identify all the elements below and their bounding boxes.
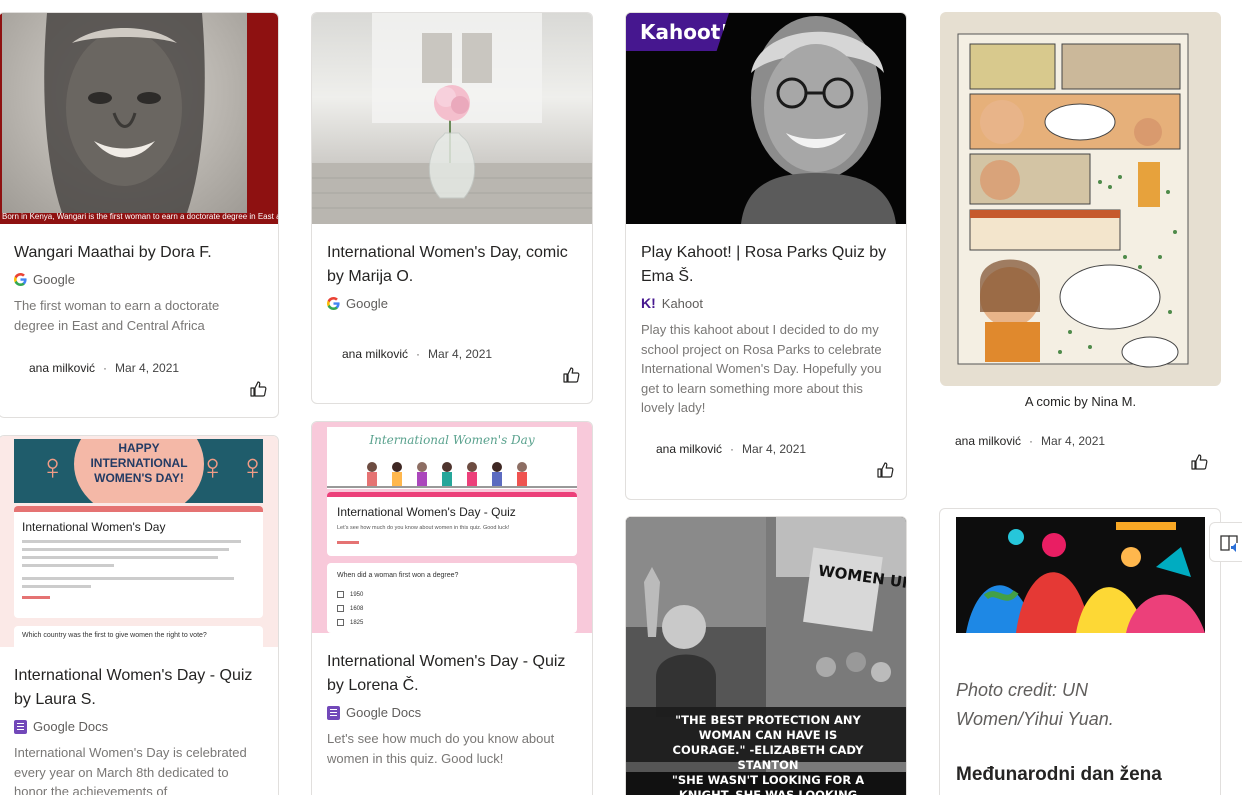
separator-dot: ·	[416, 347, 421, 361]
flower-vase-image[interactable]	[312, 13, 592, 224]
like-icon[interactable]	[876, 460, 896, 480]
image-caption: Born in Kenya, Wangari is the first woma…	[2, 212, 278, 221]
illustration-art	[956, 517, 1205, 633]
author-line: ana milković · Mar 4, 2021	[656, 442, 806, 456]
author-name[interactable]: ana milković	[656, 442, 722, 456]
immersive-reader-icon	[1220, 535, 1238, 552]
form-title: International Women's Day - Quiz	[337, 505, 516, 519]
form-question-panel: Which country was the first to give wome…	[14, 626, 263, 647]
author-name[interactable]: ana milković	[29, 361, 95, 375]
form-option: 1825	[337, 619, 363, 626]
post-card-lorena[interactable]: International Women's Day International …	[311, 421, 593, 795]
author-line: ana milković · Mar 4, 2021	[342, 347, 492, 361]
banner-text: HAPPY INTERNATIONAL WOMEN'S DAY!	[90, 441, 188, 485]
comic-drawing-image[interactable]	[940, 12, 1221, 386]
card-title[interactable]: International Women's Day, comic by Mari…	[327, 241, 580, 289]
author-name[interactable]: ana milković	[342, 347, 408, 361]
source-google: Google	[14, 272, 75, 287]
required-note	[337, 541, 359, 544]
source-label: Google	[33, 272, 75, 287]
google-forms-icon	[14, 719, 27, 734]
image-caption: A comic by Nina M.	[1024, 394, 1137, 409]
female-symbol-icon: ♀	[239, 447, 263, 487]
un-women-illustration[interactable]	[956, 517, 1205, 633]
women-unite-poster-image[interactable]: WOMEN UNITE! "THE BEST PROTECTION ANY WO…	[626, 517, 906, 795]
form-option: 1950	[337, 591, 363, 598]
source-label: Google	[346, 296, 388, 311]
author-line: ana milković · Mar 4, 2021	[29, 361, 179, 375]
photo-credit: Photo credit: UN Women/Yihui Yuan.	[956, 680, 1114, 729]
author-line: ana milković · Mar 4, 2021	[955, 434, 1105, 448]
source-google-docs: Google Docs	[14, 719, 108, 734]
separator-dot: ·	[1029, 434, 1034, 448]
portrait-sketch	[44, 13, 205, 213]
female-symbol-icon: ♀	[39, 446, 66, 487]
quiz-form-image[interactable]: ♀ ♀ ♀ HAPPY INTERNATIONAL WOMEN'S DAY! I…	[0, 436, 278, 647]
rosa-parks-image[interactable]: Kahoot!	[626, 13, 906, 224]
form-panel: International Women's Day	[14, 506, 263, 618]
source-google: Google	[327, 296, 388, 311]
post-date: Mar 4, 2021	[1041, 434, 1106, 448]
form-title: International Women's Day	[22, 520, 166, 534]
post-date: Mar 4, 2021	[428, 347, 493, 361]
banner: ♀ ♀ ♀ HAPPY INTERNATIONAL WOMEN'S DAY!	[14, 439, 263, 503]
google-forms-icon	[327, 705, 340, 720]
author-name[interactable]: ana milković	[955, 434, 1021, 448]
source-label: Google Docs	[33, 719, 109, 734]
post-card-wangari[interactable]: Born in Kenya, Wangari is the first woma…	[0, 12, 279, 418]
form-subtitle: Let's see how much do you know about wom…	[337, 525, 510, 531]
source-label: Kahoot	[661, 296, 703, 311]
quiz-form-image[interactable]: International Women's Day International …	[312, 422, 592, 633]
form-question-panel: When did a woman first won a degree? 195…	[327, 563, 577, 633]
form-option: 1608	[337, 605, 363, 612]
post-card-kahoot[interactable]: Kahoot! Play Kahoot! | Rosa Parks Quiz b…	[625, 12, 907, 500]
flower-photo	[312, 13, 592, 224]
google-icon	[14, 273, 27, 286]
form-body-lines	[22, 540, 252, 599]
card-title[interactable]: Međunarodni dan žena	[956, 764, 1162, 786]
kahoot-icon: K!	[641, 295, 656, 311]
post-card-laura[interactable]: ♀ ♀ ♀ HAPPY INTERNATIONAL WOMEN'S DAY! I…	[0, 435, 279, 795]
post-card-marija[interactable]: International Women's Day, comic by Mari…	[311, 12, 593, 404]
google-icon	[327, 297, 340, 310]
like-icon[interactable]	[562, 365, 582, 385]
card-title[interactable]: Play Kahoot! | Rosa Parks Quiz by Ema Š.	[641, 241, 894, 289]
source-label: Google Docs	[346, 705, 422, 720]
separator-dot: ·	[730, 442, 735, 456]
post-date: Mar 4, 2021	[742, 442, 807, 456]
women-illustration	[327, 462, 577, 488]
card-description: Play this kahoot about I decided to do m…	[641, 322, 882, 415]
card-description: International Women's Day is celebrated …	[14, 745, 247, 795]
post-card-women-unite[interactable]: WOMEN UNITE! "THE BEST PROTECTION ANY WO…	[625, 516, 907, 795]
form-header-banner: International Women's Day	[327, 427, 577, 489]
post-card-un-women[interactable]: Photo credit: UN Women/Yihui Yuan. Međun…	[939, 508, 1221, 795]
portrait-drawing-image[interactable]: Born in Kenya, Wangari is the first woma…	[0, 13, 278, 224]
poster-quote-1: "THE BEST PROTECTION ANY WOMAN CAN HAVE …	[672, 713, 864, 772]
source-google-docs: Google Docs	[327, 705, 421, 720]
immersive-reader-button[interactable]	[1209, 522, 1242, 562]
like-icon[interactable]	[249, 379, 269, 399]
card-description: The first woman to earn a doctorate degr…	[14, 298, 220, 333]
kahoot-logo-badge: Kahoot!	[626, 13, 729, 51]
separator-dot: ·	[103, 361, 108, 375]
form-header-text: International Women's Day	[369, 433, 535, 447]
card-title[interactable]: Wangari Maathai by Dora F.	[14, 241, 266, 265]
form-question: When did a woman first won a degree?	[337, 572, 459, 579]
card-title[interactable]: International Women's Day - Quiz by Lore…	[327, 650, 580, 698]
female-symbol-icon: ♀	[199, 446, 226, 487]
kahoot-logo-text: Kahoot!	[640, 20, 730, 44]
card-description: Let's see how much do you know about wom…	[327, 731, 555, 766]
card-title[interactable]: International Women's Day - Quiz by Laur…	[14, 664, 266, 712]
form-panel: International Women's Day - Quiz Let's s…	[327, 492, 577, 556]
post-card-nina[interactable]: A comic by Nina M. ana milković · Mar 4,…	[940, 12, 1221, 482]
like-icon[interactable]	[1190, 452, 1210, 472]
post-date: Mar 4, 2021	[115, 361, 180, 375]
comic-photo	[957, 33, 1189, 368]
form-question: Which country was the first to give wome…	[22, 632, 207, 639]
source-kahoot: K! Kahoot	[641, 296, 703, 311]
poster-quote-2: "SHE WASN'T LOOKING FOR A KNIGHT, SHE WA…	[671, 773, 865, 795]
